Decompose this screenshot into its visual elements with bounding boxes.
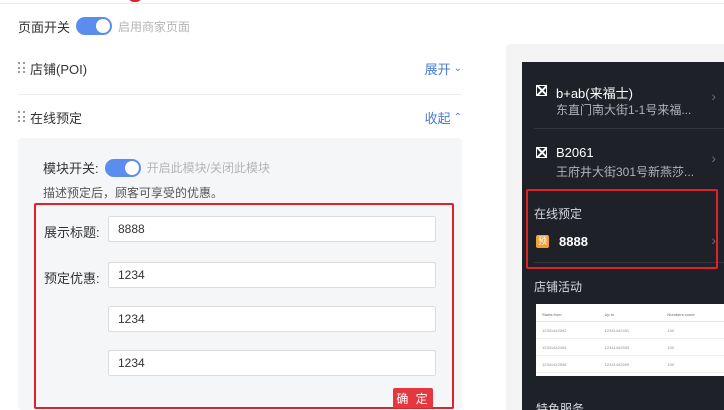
section-poi-title: 店铺(POI) (30, 61, 88, 77)
settings-panel: 页面开关 启用商家页面 店铺(POI) 展开 ⌄ 在线预定 收起 ⌃ 模块开关:… (0, 0, 480, 410)
store-icon (536, 147, 547, 158)
activity-table: Starts from Up to Numbers count 12341442… (536, 304, 724, 376)
store-name: B2061 (556, 145, 594, 160)
table-header: Starts from Up to Numbers count (536, 304, 724, 322)
preview-special-service-title: 特色服务 (536, 402, 585, 410)
chevron-down-icon: ⌄ (453, 62, 462, 74)
section-divider (18, 94, 462, 95)
store-list-item[interactable]: b+ab(来福士) 东直门南大街1-1号来福... › (522, 68, 724, 128)
section-poi-header[interactable]: 店铺(POI) 展开 ⌄ (18, 56, 462, 80)
booking-module-panel: 模块开关: 开启此模块/关闭此模块 描述预定后，顾客可享受的优惠。 展示标题: … (18, 138, 462, 410)
preview-activity-title: 店铺活动 (534, 280, 583, 294)
module-switch-hint: 开启此模块/关闭此模块 (146, 161, 270, 175)
discount-field-label: 预定优惠: (44, 271, 100, 286)
table-row: 12341442598 12341442699 100 (536, 356, 724, 373)
module-switch-toggle[interactable] (104, 158, 141, 177)
discount-input-2[interactable] (108, 306, 436, 332)
section-booking-header[interactable]: 在线预定 收起 ⌃ (18, 105, 462, 129)
store-address: 王府井大街301号新燕莎... (556, 165, 695, 179)
preview-divider (534, 128, 724, 129)
module-switch-row: 模块开关: 开启此模块/关闭此模块 (43, 158, 270, 177)
discount-input-3[interactable] (108, 350, 436, 376)
page-switch-toggle[interactable] (76, 17, 113, 35)
module-switch-label: 模块开关: (43, 161, 99, 176)
chevron-right-icon: › (711, 88, 716, 104)
page-switch-hint: 启用商家页面 (118, 19, 191, 34)
confirm-button[interactable]: 确 定 (393, 388, 433, 408)
chevron-right-icon: › (711, 150, 716, 166)
form-highlight-box: 展示标题: 预定优惠: (34, 203, 454, 409)
section-booking-title: 在线预定 (30, 110, 83, 126)
store-address: 东直门南大街1-1号来福... (556, 103, 692, 117)
store-name: b+ab(来福士) (556, 86, 633, 101)
expand-poi-link[interactable]: 展开 ⌄ (425, 59, 462, 78)
discount-input-1[interactable] (108, 262, 436, 288)
store-list-item[interactable]: B2061 王府井大街301号新燕莎... › (522, 130, 724, 190)
chevron-up-icon: ⌃ (453, 111, 462, 123)
preview-highlight-box (526, 189, 718, 269)
collapse-booking-link[interactable]: 收起 ⌃ (425, 108, 462, 127)
drag-handle-icon[interactable] (18, 62, 26, 74)
store-icon (536, 85, 547, 96)
page-switch-row: 页面开关 启用商家页面 (18, 16, 190, 36)
table-row: 12341442392 12341442491 100 (536, 322, 724, 339)
page-switch-label: 页面开关 (18, 19, 71, 35)
table-row: 12341442494 12341442593 100 (536, 339, 724, 356)
drag-handle-icon[interactable] (18, 111, 26, 123)
title-field-label: 展示标题: (44, 225, 100, 240)
module-description: 描述预定后，顾客可享受的优惠。 (43, 186, 224, 200)
title-input[interactable] (108, 216, 436, 242)
